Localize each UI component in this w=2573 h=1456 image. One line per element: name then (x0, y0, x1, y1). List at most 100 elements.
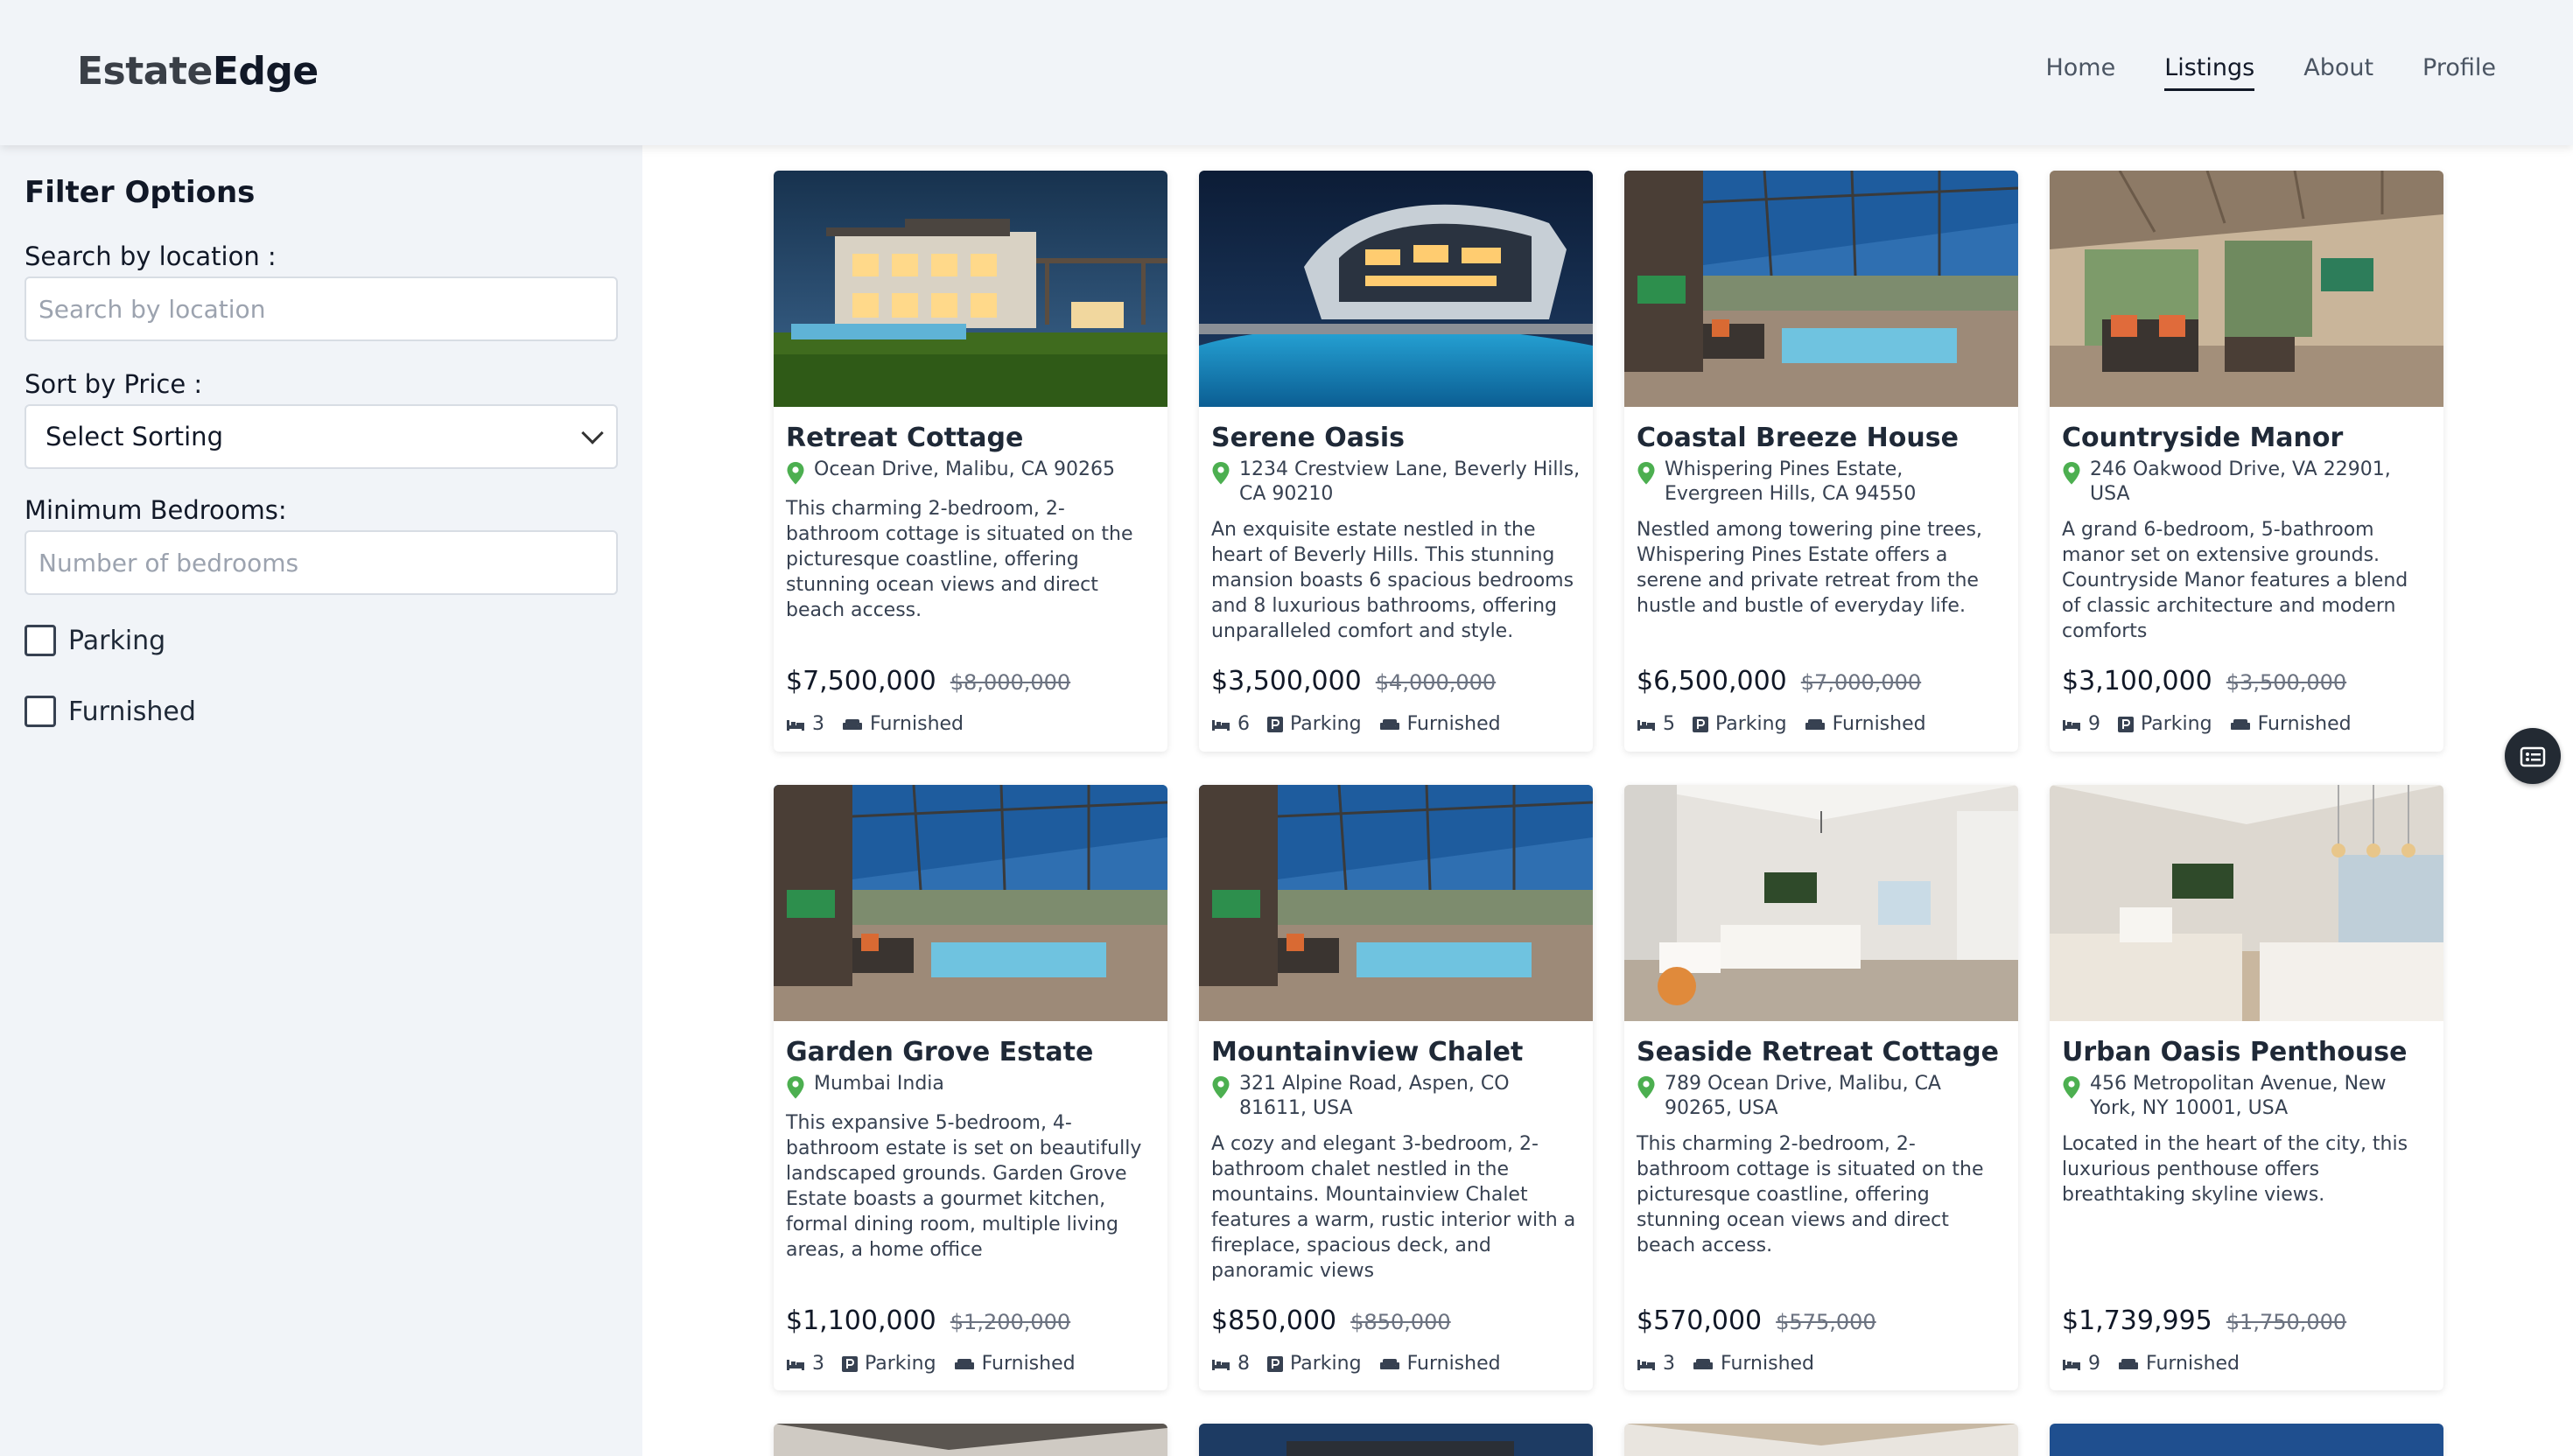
furnished-text: Furnished (2146, 1353, 2240, 1375)
location-search-input[interactable] (25, 276, 618, 341)
listing-price-row: $3,500,000 $4,000,000 (1211, 666, 1496, 696)
bedrooms-amenity: 3 (786, 1353, 824, 1375)
bedrooms-amenity: 8 (1211, 1353, 1250, 1375)
listing-image[interactable] (2050, 1424, 2443, 1456)
listing-amenities: 6 Parking Furnished (1211, 713, 1518, 735)
bed-icon (787, 719, 804, 731)
listing-address-text: 789 Ocean Drive, Malibu, CA 90265, USA (1665, 1073, 1941, 1119)
listing-image[interactable] (2050, 171, 2443, 407)
parking-amenity: Parking (2118, 713, 2212, 735)
listing-card[interactable]: Countryside Manor 246 Oakwood Drive, VA … (2050, 171, 2443, 752)
furnished-filter: Furnished (25, 696, 196, 727)
listing-price: $1,100,000 (786, 1306, 936, 1336)
listing-image[interactable] (1199, 1424, 1593, 1456)
listing-title[interactable]: Serene Oasis (1211, 423, 1581, 454)
listing-old-price: $7,000,000 (1800, 670, 1922, 695)
listing-price-row: $3,100,000 $3,500,000 (2062, 666, 2346, 696)
listing-title[interactable]: Coastal Breeze House (1637, 423, 2006, 454)
listing-price: $7,500,000 (786, 666, 936, 696)
listing-card[interactable]: Garden Grove Estate Mumbai India This ex… (774, 785, 1167, 1390)
bedrooms-amenity: 5 (1637, 713, 1675, 735)
listing-old-price: $850,000 (1350, 1310, 1451, 1334)
listing-image[interactable] (1624, 1424, 2018, 1456)
nav-profile[interactable]: Profile (2422, 54, 2496, 91)
listing-amenities: 9 Parking Furnished (2062, 713, 2369, 735)
nav-about[interactable]: About (2303, 54, 2373, 91)
listing-price-row: $1,100,000 $1,200,000 (786, 1306, 1070, 1336)
listing-address-text: 246 Oakwood Drive, VA 22901, USA (2090, 458, 2391, 505)
listing-amenities: 5 Parking Furnished (1637, 713, 1944, 735)
sort-label: Sort by Price : (25, 369, 203, 399)
brand-logo[interactable]: EstateEdge (77, 49, 319, 94)
location-label: Search by location : (25, 242, 277, 271)
listing-image[interactable] (1624, 171, 2018, 407)
listing-address: 1234 Crestview Lane, Beverly Hills, CA 9… (1211, 458, 1581, 507)
listing-title[interactable]: Garden Grove Estate (786, 1037, 1155, 1068)
listing-image[interactable] (774, 171, 1167, 407)
parking-text: Parking (865, 1353, 936, 1375)
sofa-icon (1379, 1358, 1399, 1369)
listing-image[interactable] (1624, 785, 2018, 1021)
listing-card[interactable]: Urban Oasis Penthouse 456 Metropolitan A… (2050, 785, 2443, 1390)
listing-description: This charming 2-bedroom, 2-bathroom cott… (786, 498, 1133, 621)
listing-card[interactable]: Seaside Retreat Cottage 789 Ocean Drive,… (1624, 785, 2018, 1390)
furnished-checkbox[interactable] (25, 696, 56, 727)
listing-title[interactable]: Urban Oasis Penthouse (2062, 1037, 2431, 1068)
listing-card[interactable]: Coastal Breeze House Whispering Pines Es… (1624, 171, 2018, 752)
nav-home[interactable]: Home (2045, 54, 2115, 91)
listing-description: Nestled among towering pine trees, Whisp… (1637, 519, 1982, 617)
map-pin-icon (787, 1076, 804, 1099)
sofa-icon (1693, 1358, 1713, 1369)
listing-image[interactable] (774, 1424, 1167, 1456)
listing-old-price: $575,000 (1776, 1310, 1876, 1334)
listing-title[interactable]: Retreat Cottage (786, 423, 1155, 454)
listing-price: $850,000 (1211, 1306, 1337, 1336)
listing-description: A cozy and elegant 3-bedroom, 2-bathroom… (1211, 1133, 1576, 1282)
listing-image[interactable] (1199, 785, 1593, 1021)
bedrooms-amenity: 3 (1637, 1353, 1675, 1375)
top-navbar: EstateEdge Home Listings About Profile (0, 0, 2573, 145)
map-pin-icon (1637, 1076, 1655, 1099)
listing-title[interactable]: Countryside Manor (2062, 423, 2431, 454)
furnished-amenity: Furnished (954, 1353, 1076, 1375)
listing-price-row: $1,739,995 $1,750,000 (2062, 1306, 2346, 1336)
listing-old-price: $1,750,000 (2226, 1310, 2347, 1334)
listing-image[interactable] (774, 785, 1167, 1021)
listing-title[interactable]: Mountainview Chalet (1211, 1037, 1581, 1068)
listing-amenities: 8 Parking Furnished (1211, 1353, 1518, 1375)
parking-amenity: Parking (842, 1353, 936, 1375)
listing-card[interactable] (2050, 1424, 2443, 1456)
parking-icon (1693, 716, 1708, 732)
listing-address: 789 Ocean Drive, Malibu, CA 90265, USA (1637, 1072, 2006, 1121)
listing-price: $1,739,995 (2062, 1306, 2212, 1336)
listing-address-text: 456 Metropolitan Avenue, New York, NY 10… (2090, 1073, 2387, 1119)
listing-address: 321 Alpine Road, Aspen, CO 81611, USA (1211, 1072, 1581, 1121)
listing-amenities: 9 Furnished (2062, 1353, 2257, 1375)
bedrooms-count: 3 (812, 1353, 824, 1375)
listing-card[interactable]: Mountainview Chalet 321 Alpine Road, Asp… (1199, 785, 1593, 1390)
listing-address-text: 1234 Crestview Lane, Beverly Hills, CA 9… (1239, 458, 1581, 505)
listing-card[interactable] (1199, 1424, 1593, 1456)
bed-icon (2063, 719, 2080, 731)
listing-price: $3,500,000 (1211, 666, 1362, 696)
furnished-amenity: Furnished (1693, 1353, 1814, 1375)
nav-listings[interactable]: Listings (2164, 54, 2255, 91)
sort-select[interactable]: Select Sorting (25, 404, 618, 469)
parking-text: Parking (1715, 713, 1787, 735)
listing-card[interactable] (774, 1424, 1167, 1456)
furnished-amenity: Furnished (842, 713, 964, 735)
bedrooms-input[interactable] (25, 530, 618, 595)
filter-fab-button[interactable] (2505, 728, 2561, 784)
listing-price: $570,000 (1637, 1306, 1763, 1336)
listing-card[interactable]: Retreat Cottage Ocean Drive, Malibu, CA … (774, 171, 1167, 752)
listing-card[interactable] (1624, 1424, 2018, 1456)
sofa-icon (2230, 718, 2250, 730)
listing-title[interactable]: Seaside Retreat Cottage (1637, 1037, 2006, 1068)
listing-image[interactable] (1199, 171, 1593, 407)
listing-image[interactable] (2050, 785, 2443, 1021)
listing-description: A grand 6-bedroom, 5-bathroom manor set … (2062, 519, 2408, 642)
parking-checkbox[interactable] (25, 625, 56, 656)
listing-card[interactable]: Serene Oasis 1234 Crestview Lane, Beverl… (1199, 171, 1593, 752)
furnished-amenity: Furnished (2118, 1353, 2240, 1375)
map-pin-icon (787, 462, 804, 485)
